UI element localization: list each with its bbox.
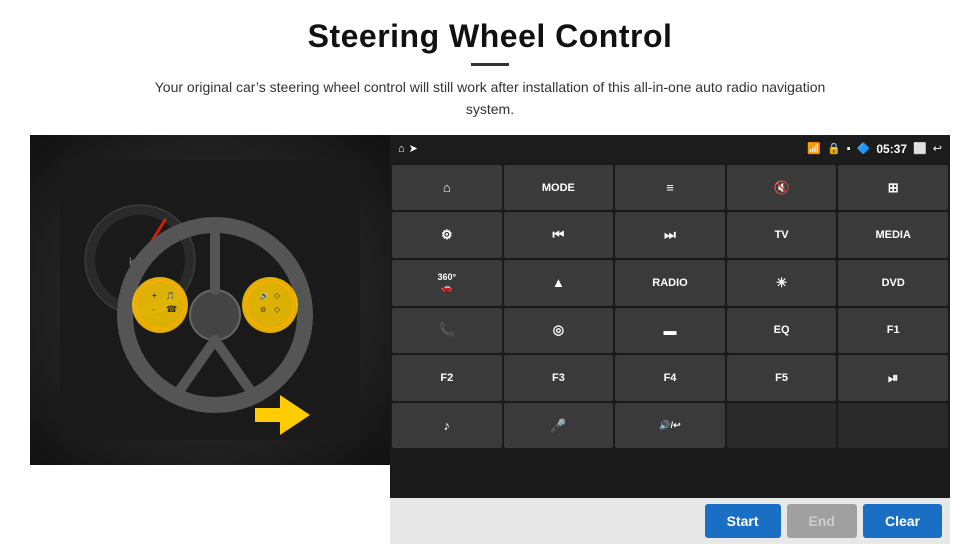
btn-f5[interactable]: F5 — [727, 355, 837, 401]
btn-tv[interactable]: TV — [727, 212, 837, 258]
btn-eq[interactable]: EQ — [727, 308, 837, 354]
btn-home[interactable]: ⌂ — [392, 165, 502, 211]
btn-media[interactable]: MEDIA — [838, 212, 948, 258]
btn-f1[interactable]: F1 — [838, 308, 948, 354]
clear-button[interactable]: Clear — [863, 504, 942, 538]
button-grid: ⌂ MODE ≡ 🔇 ⊞ ⚙ ⏮ ⏭ TV MEDIA 360°🚗 ▲ RADI… — [390, 163, 950, 498]
page-title: Steering Wheel Control — [308, 18, 673, 55]
title-divider — [471, 63, 509, 66]
lock-icon: 🔒 — [827, 142, 841, 155]
btn-apps[interactable]: ⊞ — [838, 165, 948, 211]
btn-empty-2 — [838, 403, 948, 449]
status-right: 📶 🔒 ▪ 🔷 05:37 ⬜ ↩ — [807, 142, 942, 156]
sim-icon: ▪ — [847, 143, 851, 155]
btn-mic[interactable]: 🎤 — [504, 403, 614, 449]
btn-brightness[interactable]: ☀ — [727, 260, 837, 306]
btn-radio[interactable]: RADIO — [615, 260, 725, 306]
btn-mute[interactable]: 🔇 — [727, 165, 837, 211]
svg-text:+: + — [152, 291, 157, 300]
home-icon: ⌂ — [398, 143, 405, 155]
back-icon: ↩ — [933, 142, 942, 155]
btn-nav[interactable]: ◎ — [504, 308, 614, 354]
btn-list[interactable]: ≡ — [615, 165, 725, 211]
btn-bar[interactable]: ▬ — [615, 308, 725, 354]
btn-vol-call[interactable]: 🔊/↩ — [615, 403, 725, 449]
btn-play-pause[interactable]: ⏯ — [838, 355, 948, 401]
svg-text:🎵: 🎵 — [166, 291, 175, 300]
status-time: 05:37 — [876, 142, 907, 156]
steering-wheel-svg: km/h + — [60, 160, 360, 440]
control-panel: ⌂ ➤ 📶 🔒 ▪ 🔷 05:37 ⬜ ↩ ⌂ MODE ≡ — [390, 135, 950, 544]
svg-text:◇: ◇ — [274, 305, 281, 314]
nav-icon: ➤ — [409, 142, 418, 155]
btn-dvd[interactable]: DVD — [838, 260, 948, 306]
btn-360[interactable]: 360°🚗 — [392, 260, 502, 306]
status-left: ⌂ ➤ — [398, 142, 418, 155]
btn-mode[interactable]: MODE — [504, 165, 614, 211]
btn-eject[interactable]: ▲ — [504, 260, 614, 306]
svg-text:-: - — [152, 305, 155, 314]
page-container: Steering Wheel Control Your original car… — [0, 0, 980, 544]
wifi-icon: 📶 — [807, 142, 821, 155]
page-subtitle: Your original car’s steering wheel contr… — [150, 76, 830, 121]
status-bar: ⌂ ➤ 📶 🔒 ▪ 🔷 05:37 ⬜ ↩ — [390, 135, 950, 163]
btn-empty-1 — [727, 403, 837, 449]
car-background: km/h + — [30, 135, 390, 465]
svg-text:⚙: ⚙ — [260, 306, 266, 314]
bottom-action-bar: Start End Clear — [390, 498, 950, 544]
btn-f3[interactable]: F3 — [504, 355, 614, 401]
bt-icon: 🔷 — [857, 142, 871, 155]
end-button[interactable]: End — [787, 504, 857, 538]
screen-icon: ⬜ — [913, 142, 927, 155]
car-image-section: km/h + — [30, 135, 390, 465]
svg-text:◇: ◇ — [274, 291, 281, 300]
btn-music[interactable]: ♪ — [392, 403, 502, 449]
btn-f2[interactable]: F2 — [392, 355, 502, 401]
svg-text:☎: ☎ — [166, 304, 177, 314]
btn-f4[interactable]: F4 — [615, 355, 725, 401]
content-area: km/h + — [30, 135, 950, 544]
btn-phone[interactable]: 📞 — [392, 308, 502, 354]
btn-next[interactable]: ⏭ — [615, 212, 725, 258]
btn-prev[interactable]: ⏮ — [504, 212, 614, 258]
start-button[interactable]: Start — [705, 504, 781, 538]
btn-settings[interactable]: ⚙ — [392, 212, 502, 258]
svg-text:🔊: 🔊 — [260, 291, 269, 300]
